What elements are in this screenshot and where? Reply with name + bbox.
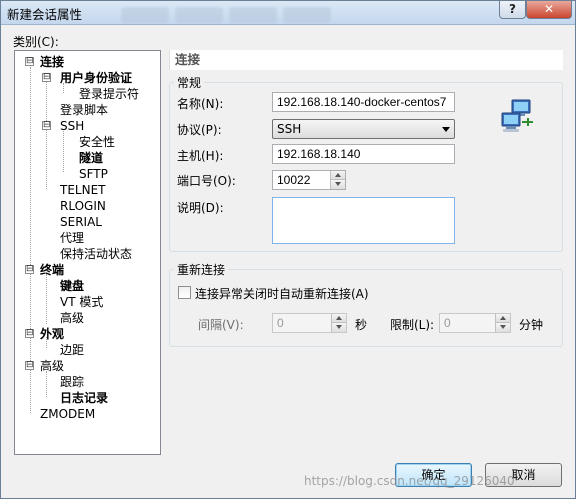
interval-spinner[interactable]: 0: [272, 313, 347, 333]
tree-expander-icon[interactable]: ⊟: [25, 57, 34, 66]
port-spin-buttons: [330, 171, 345, 189]
tree-item[interactable]: 登录提示符: [79, 86, 139, 102]
session-properties-dialog: 新建会话属性 ? ✕ 类别(C): ⊟ 连接 ⊟ 用户身份验证 登录提示符 登录脚本 ⊟ SS…: [0, 0, 576, 499]
watermark: https://blog.csdn.net/qq_29126040: [304, 474, 515, 488]
tree-line: [63, 131, 64, 172]
network-computers-icon: [501, 99, 533, 132]
auto-reconnect-label[interactable]: 连接异常关闭时自动重新连接(A): [195, 285, 369, 302]
protocol-select-value: SSH: [277, 122, 302, 136]
tree-item[interactable]: 安全性: [79, 134, 115, 150]
blurred-tab: [175, 7, 223, 23]
interval-label: 间隔(V):: [198, 318, 244, 332]
panel-header: 连接: [169, 50, 563, 70]
tree-item[interactable]: 边距: [60, 342, 84, 358]
tree-item[interactable]: 终端: [40, 262, 64, 278]
limit-spinner[interactable]: 0: [439, 313, 511, 333]
protocol-select[interactable]: SSH: [272, 119, 455, 139]
category-tree[interactable]: ⊟ 连接 ⊟ 用户身份验证 登录提示符 登录脚本 ⊟ SSH 安全性 隧道 SFTP TELNET RL…: [14, 50, 161, 455]
category-label: 类别(C):: [13, 35, 59, 49]
reconnect-group-title: 重新连接: [174, 261, 229, 278]
tree-item[interactable]: SSH: [60, 118, 84, 134]
description-textarea[interactable]: [272, 197, 455, 244]
reconnect-group: 重新连接: [169, 261, 563, 347]
tree-item[interactable]: VT 模式: [60, 294, 103, 310]
tree-item[interactable]: TELNET: [60, 182, 106, 198]
general-group-title: 常规: [174, 74, 205, 91]
interval-value: 0: [277, 316, 284, 330]
limit-unit: 分钟: [519, 318, 544, 332]
name-input[interactable]: 192.168.18.140-docker-centos7: [272, 92, 455, 112]
protocol-label: 协议(P):: [177, 123, 222, 137]
spin-up-button[interactable]: [331, 314, 346, 323]
port-label: 端口号(O):: [177, 174, 236, 188]
tree-expander-icon[interactable]: ⊟: [25, 329, 34, 338]
blurred-tab: [283, 7, 331, 23]
port-value: 10022: [277, 173, 311, 187]
tree-item[interactable]: 高级: [60, 310, 84, 326]
spin-down-icon: [336, 325, 342, 329]
spin-up-button[interactable]: [330, 171, 345, 180]
tree-expander-icon[interactable]: ⊟: [42, 73, 51, 82]
tree-line: [46, 274, 47, 324]
limit-spin-buttons: [495, 314, 510, 332]
tree-item[interactable]: 日志记录: [60, 390, 108, 406]
port-spinner[interactable]: 10022: [272, 170, 346, 190]
spin-down-icon: [335, 182, 341, 186]
name-label: 名称(N):: [177, 97, 224, 111]
tree-item[interactable]: 键盘: [60, 278, 84, 294]
title-bar: 新建会话属性 ? ✕: [1, 1, 575, 25]
spin-down-icon: [500, 325, 506, 329]
tree-item[interactable]: 隧道: [79, 150, 103, 166]
spin-down-button[interactable]: [331, 323, 346, 332]
close-button[interactable]: ✕: [526, 1, 572, 19]
tree-item[interactable]: 跟踪: [60, 374, 84, 390]
limit-label: 限制(L):: [390, 318, 435, 332]
tree-expander-icon[interactable]: ⊟: [25, 361, 34, 370]
blurred-background-tabs: [121, 7, 351, 23]
tree-line: [46, 82, 47, 189]
tree-item[interactable]: ZMODEM: [40, 406, 95, 422]
spin-up-icon: [336, 316, 342, 320]
tree-item[interactable]: 登录脚本: [60, 102, 108, 118]
blurred-tab: [229, 7, 277, 23]
tree-item[interactable]: 保持活动状态: [60, 246, 132, 262]
tree-item[interactable]: SERIAL: [60, 214, 102, 230]
tree-item[interactable]: 高级: [40, 358, 64, 374]
auto-reconnect-checkbox[interactable]: [178, 286, 191, 299]
tree-expander-icon[interactable]: ⊟: [25, 265, 34, 274]
spin-up-icon: [500, 316, 506, 320]
tree-item[interactable]: 代理: [60, 230, 84, 246]
host-label: 主机(H):: [177, 149, 224, 163]
spin-up-icon: [335, 173, 341, 177]
interval-unit: 秒: [355, 318, 368, 332]
tree-line: [46, 371, 47, 397]
host-input[interactable]: 192.168.18.140: [272, 144, 455, 164]
tree-item[interactable]: 外观: [40, 326, 64, 342]
interval-spin-buttons: [331, 314, 346, 332]
tree-item[interactable]: 用户身份验证: [60, 70, 132, 86]
spin-down-button[interactable]: [495, 323, 510, 332]
tree-expander-icon[interactable]: ⊟: [42, 121, 51, 130]
limit-value: 0: [444, 316, 451, 330]
dropdown-arrow-icon: [442, 127, 450, 132]
tree-item[interactable]: RLOGIN: [60, 198, 106, 214]
window-title: 新建会话属性: [7, 7, 83, 22]
tree-item[interactable]: SFTP: [79, 166, 108, 182]
help-button[interactable]: ?: [499, 1, 526, 19]
spin-up-button[interactable]: [495, 314, 510, 323]
blurred-tab: [121, 7, 169, 23]
tree-item[interactable]: 连接: [40, 54, 64, 70]
description-label: 说明(D):: [177, 201, 224, 215]
spin-down-button[interactable]: [330, 180, 345, 189]
